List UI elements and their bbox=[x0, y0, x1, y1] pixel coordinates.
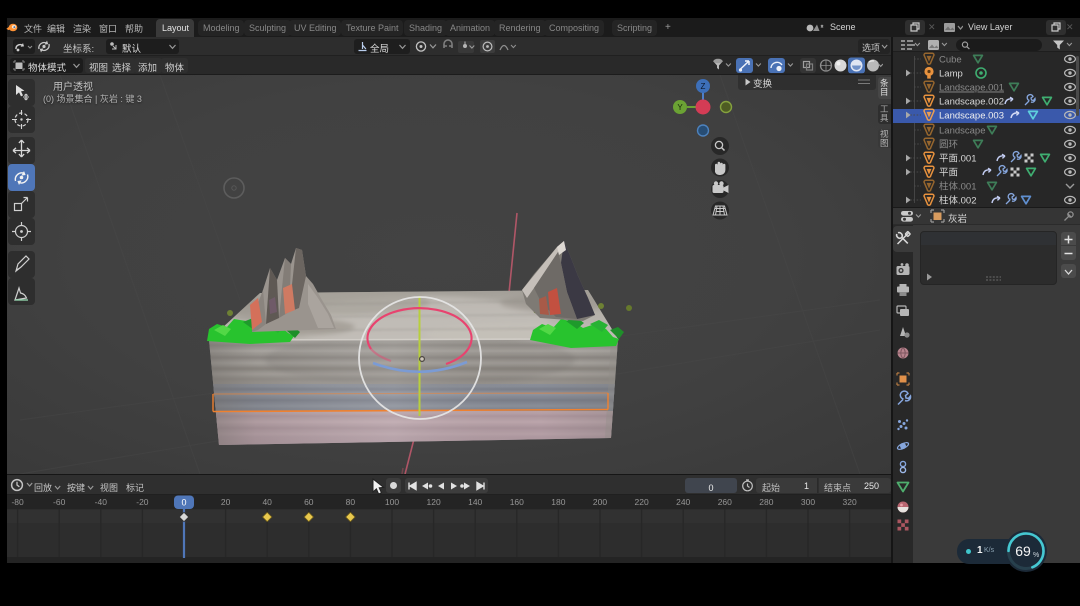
svg-text:300: 300 bbox=[801, 497, 815, 507]
svg-text:Landscape.003: Landscape.003 bbox=[939, 111, 1004, 122]
svg-text:60: 60 bbox=[304, 497, 314, 507]
svg-text:200: 200 bbox=[593, 497, 607, 507]
svg-text:240: 240 bbox=[676, 497, 690, 507]
svg-text:40: 40 bbox=[262, 497, 272, 507]
svg-text:-80: -80 bbox=[11, 497, 24, 507]
svg-text:100: 100 bbox=[385, 497, 399, 507]
svg-text:Lamp: Lamp bbox=[939, 69, 963, 80]
svg-text:平面: 平面 bbox=[939, 168, 958, 179]
svg-text:220: 220 bbox=[635, 497, 649, 507]
svg-text:180: 180 bbox=[551, 497, 565, 507]
svg-text:柱体.002: 柱体.002 bbox=[939, 195, 977, 207]
svg-text:圆环: 圆环 bbox=[939, 140, 958, 151]
svg-text:80: 80 bbox=[346, 497, 356, 507]
svg-text:120: 120 bbox=[427, 497, 441, 507]
svg-text:-40: -40 bbox=[95, 497, 108, 507]
svg-text:280: 280 bbox=[759, 497, 773, 507]
svg-text:Y: Y bbox=[677, 103, 683, 112]
svg-text:Cube: Cube bbox=[939, 55, 962, 66]
svg-text:平面.001: 平面.001 bbox=[939, 154, 977, 165]
svg-text:69: 69 bbox=[1015, 543, 1031, 559]
svg-text:0: 0 bbox=[181, 498, 186, 508]
svg-text:Z: Z bbox=[701, 82, 706, 91]
svg-text:柱体.001: 柱体.001 bbox=[939, 181, 977, 193]
svg-text:Landscape.002: Landscape.002 bbox=[939, 97, 1004, 108]
svg-text:160: 160 bbox=[510, 497, 524, 507]
svg-text:%: % bbox=[1033, 552, 1039, 559]
svg-text:Landscape.001: Landscape.001 bbox=[939, 83, 1004, 94]
svg-text:-60: -60 bbox=[53, 497, 66, 507]
svg-text:320: 320 bbox=[843, 497, 857, 507]
svg-text:20: 20 bbox=[221, 497, 231, 507]
svg-text:140: 140 bbox=[468, 497, 482, 507]
svg-text:-20: -20 bbox=[136, 497, 149, 507]
svg-text:Landscape: Landscape bbox=[939, 126, 985, 137]
svg-text:260: 260 bbox=[718, 497, 732, 507]
